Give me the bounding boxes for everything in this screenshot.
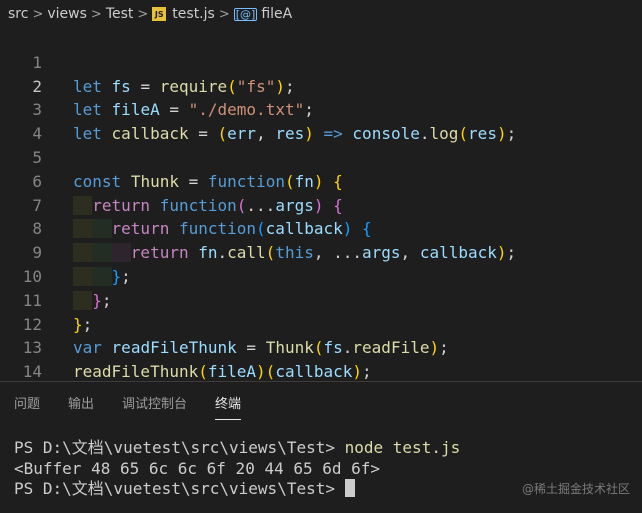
panel-tabs: 问题 输出 调试控制台 终端: [0, 392, 255, 420]
javascript-file-icon: JS: [152, 7, 167, 21]
code-line[interactable]: 14: [0, 336, 642, 381]
chevron-right-icon: >: [90, 6, 102, 22]
code-line[interactable]: 11 };: [0, 265, 642, 334]
code-line[interactable]: 8 return fn.call(this, ...args, callback…: [0, 194, 642, 263]
code-line[interactable]: 7 return function(callback) {: [0, 170, 642, 239]
code-line[interactable]: 5 const Thunk = function(fn) {: [0, 122, 642, 191]
code-line[interactable]: 10 };: [0, 241, 642, 310]
tab-output[interactable]: 输出: [54, 392, 108, 420]
code-line[interactable]: 12 var readFileThunk = Thunk(fs.readFile…: [0, 289, 642, 358]
chevron-right-icon: >: [32, 6, 44, 22]
code-line[interactable]: 6 return function(...args) {: [0, 146, 642, 215]
terminal-output: <Buffer 48 65 6c 6c 6f 20 44 65 6d 6f>: [14, 458, 381, 478]
terminal-prompt: PS D:\文档\vuetest\src\views\Test>: [14, 479, 345, 498]
breadcrumb: src > views > Test > JS test.js > [@] fi…: [0, 0, 642, 28]
terminal-command: node test.js: [344, 438, 461, 457]
watermark: @稀土掘金技术社区: [521, 482, 630, 496]
code-line[interactable]: 1 let fs = require("fs");: [0, 27, 642, 96]
terminal-line: PS D:\文档\vuetest\src\views\Test> node te…: [14, 438, 460, 459]
breadcrumb-item-src[interactable]: src: [8, 6, 28, 22]
variable-icon: [@]: [233, 7, 258, 21]
code-line[interactable]: 9 };: [0, 217, 642, 286]
tab-debug-console[interactable]: 调试控制台: [108, 392, 201, 420]
terminal-cursor: [344, 479, 355, 497]
code-line[interactable]: 2 let fileA = "./demo.txt";: [0, 51, 642, 120]
terminal-prompt: PS D:\文档\vuetest\src\views\Test>: [14, 438, 345, 457]
code-line[interactable]: 13 readFileThunk(fileA)(callback);: [0, 313, 642, 381]
breadcrumb-item-test[interactable]: Test: [106, 6, 134, 22]
breadcrumb-item-views[interactable]: views: [47, 6, 87, 22]
panel-divider[interactable]: [0, 381, 642, 382]
terminal-line: PS D:\文档\vuetest\src\views\Test>: [14, 479, 460, 500]
code-line[interactable]: 4: [0, 98, 642, 143]
chevron-right-icon: >: [218, 6, 230, 22]
breadcrumb-item-file[interactable]: test.js: [172, 6, 215, 22]
tab-problems[interactable]: 问题: [0, 392, 54, 420]
tab-terminal[interactable]: 终端: [201, 392, 255, 420]
code-editor[interactable]: 1 let fs = require("fs"); 2 let fileA = …: [0, 27, 642, 381]
code-line[interactable]: 3 let callback = (err, res) => console.l…: [0, 75, 642, 143]
terminal[interactable]: PS D:\文档\vuetest\src\views\Test> node te…: [14, 438, 460, 500]
chevron-right-icon: >: [137, 6, 149, 22]
breadcrumb-item-symbol[interactable]: fileA: [261, 6, 292, 22]
